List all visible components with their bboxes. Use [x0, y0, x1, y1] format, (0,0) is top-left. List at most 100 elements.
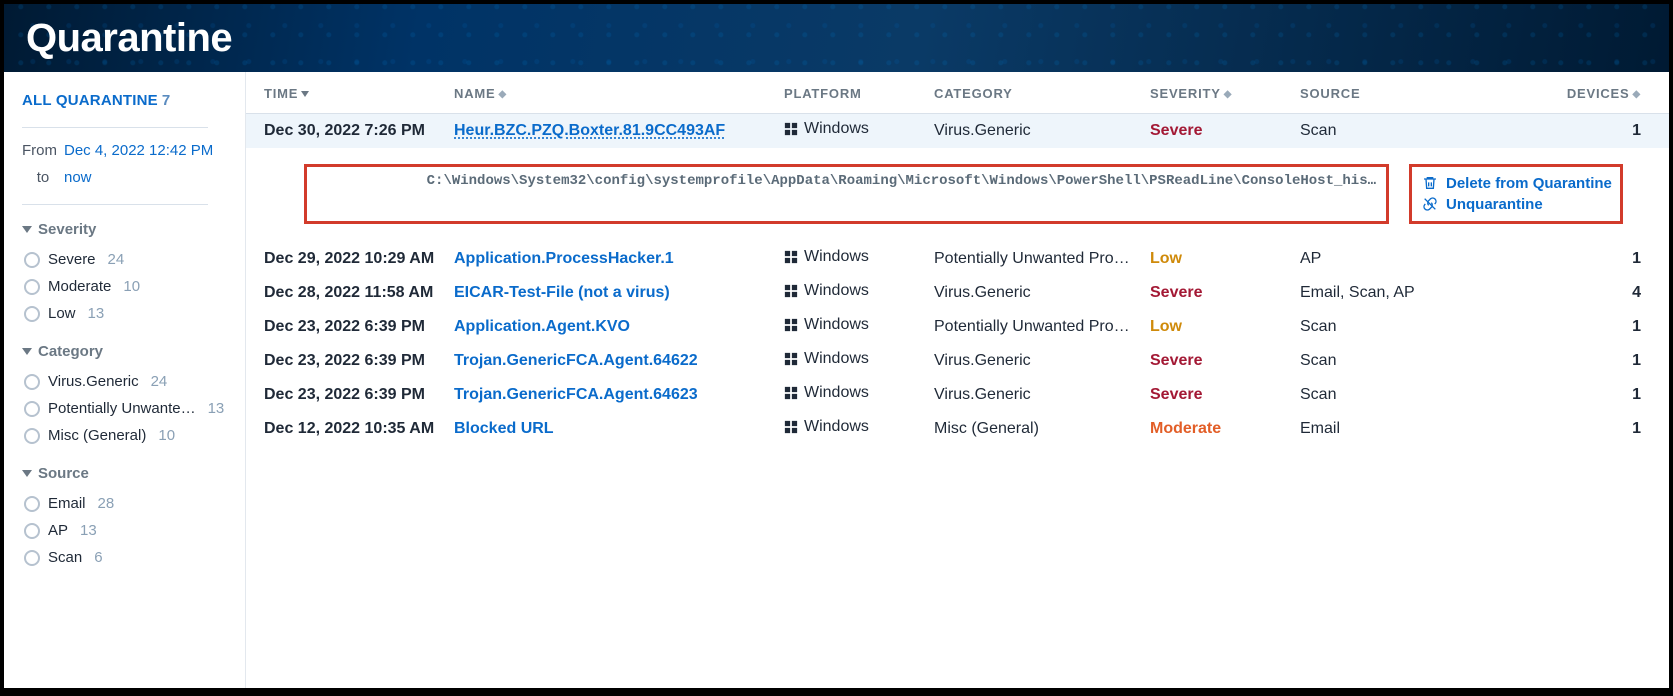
platform-label: Windows	[804, 120, 869, 138]
all-quarantine-count: 7	[162, 92, 171, 109]
cell-source: AP	[1292, 242, 1462, 276]
date-to-row: to now	[22, 169, 233, 186]
file-path-box: C:\Windows\System32\config\systemprofile…	[304, 164, 1389, 224]
main-content: TIME NAME◆ PLATFORM CATEGORY SEVERITY◆ S…	[246, 72, 1669, 688]
radio-icon	[24, 496, 40, 512]
filter-item[interactable]: Severe 24	[22, 246, 233, 273]
filter-group-title: Source	[38, 465, 89, 482]
threat-name-link[interactable]: Application.Agent.KVO	[454, 318, 630, 335]
cell-devices: 1	[1462, 310, 1669, 344]
col-time[interactable]: TIME	[246, 72, 446, 114]
expanded-detail-row: C:\Windows\System32\config\systemprofile…	[246, 148, 1669, 242]
filter-item-name: Email	[48, 495, 86, 512]
radio-icon	[24, 550, 40, 566]
action-label: Unquarantine	[1446, 196, 1543, 213]
filter-item[interactable]: Moderate10	[22, 273, 233, 300]
cell-devices: 4	[1462, 276, 1669, 310]
cell-severity: Severe	[1142, 114, 1292, 148]
all-quarantine-link[interactable]: ALL QUARANTINE7	[22, 92, 233, 109]
platform-label: Windows	[804, 248, 869, 266]
table-row[interactable]: Dec 23, 2022 6:39 PMApplication.Agent.KV…	[246, 310, 1669, 344]
threat-name-link[interactable]: Application.ProcessHacker.1	[454, 250, 674, 267]
filter-item-name: Misc (General)	[48, 427, 146, 444]
filter-group-title: Severity	[38, 221, 96, 238]
table-row[interactable]: Dec 23, 2022 6:39 PM Trojan.GenericFCA.Ag…	[246, 344, 1669, 378]
col-name[interactable]: NAME◆	[446, 72, 776, 114]
filter-item[interactable]: Misc (General)10	[22, 422, 233, 449]
table-row[interactable]: Dec 23, 2022 6:39 PMTrojan.GenericFCA.Ag…	[246, 378, 1669, 412]
filter-item-name: Scan	[48, 549, 82, 566]
cell-name: Blocked URL	[446, 412, 776, 446]
windows-icon	[784, 250, 798, 264]
page-title: Quarantine	[26, 16, 232, 61]
filter-item-count: 28	[98, 495, 115, 512]
cell-time: Dec 12, 2022 10:35 AM	[246, 412, 446, 446]
table-row[interactable]: Dec 29, 2022 10:29 AM Application.Process…	[246, 242, 1669, 276]
filter-item[interactable]: AP13	[22, 517, 233, 544]
col-severity[interactable]: SEVERITY◆	[1142, 72, 1292, 114]
from-value[interactable]: Dec 4, 2022 12:42 PM	[64, 142, 213, 159]
actions-box: Delete from Quarantine Unquarantine	[1409, 164, 1623, 224]
threat-name-link[interactable]: Trojan.GenericFCA.Agent.64622	[454, 352, 698, 369]
all-quarantine-label: ALL QUARANTINE	[22, 92, 158, 109]
cell-source: Email, Scan, AP	[1292, 276, 1462, 310]
threat-name-link[interactable]: Blocked URL	[454, 420, 554, 437]
windows-icon	[784, 318, 798, 332]
col-source[interactable]: SOURCE	[1292, 72, 1462, 114]
col-category[interactable]: CATEGORY	[926, 72, 1142, 114]
radio-icon	[24, 428, 40, 444]
cell-severity: Low	[1142, 310, 1292, 344]
filter-item-name: Severe	[48, 251, 96, 268]
trash-icon	[1422, 175, 1438, 191]
cell-platform: Windows	[776, 344, 926, 378]
col-platform[interactable]: PLATFORM	[776, 72, 926, 114]
cell-name: Application.ProcessHacker.1	[446, 242, 776, 276]
filter-group-header[interactable]: Source	[22, 465, 233, 482]
to-value[interactable]: now	[64, 169, 92, 186]
cell-category: Potentially Unwanted Prog…	[926, 310, 1142, 344]
filter-group-header[interactable]: Category	[22, 343, 233, 360]
caret-down-icon	[22, 226, 32, 233]
cell-time: Dec 23, 2022 6:39 PM	[246, 344, 446, 378]
filter-item-count: 24	[108, 251, 125, 268]
divider	[22, 127, 208, 128]
threat-name-link[interactable]: EICAR-Test-File (not a virus)	[454, 284, 670, 301]
cell-category: Virus.Generic	[926, 114, 1142, 148]
sidebar: ALL QUARANTINE7 From Dec 4, 2022 12:42 P…	[4, 72, 246, 688]
cell-source: Scan	[1292, 114, 1462, 148]
cell-name: Trojan.GenericFCA.Agent.64623	[446, 378, 776, 412]
platform-label: Windows	[804, 350, 869, 368]
filter-item[interactable]: Virus.Generic24	[22, 368, 233, 395]
cell-source: Scan	[1292, 310, 1462, 344]
filter-item[interactable]: Low13	[22, 300, 233, 327]
cell-name: Application.Agent.KVO	[446, 310, 776, 344]
windows-icon	[784, 284, 798, 298]
cell-source: Scan	[1292, 344, 1462, 378]
threat-name-link[interactable]: Trojan.GenericFCA.Agent.64623	[454, 386, 698, 403]
table-row[interactable]: Dec 28, 2022 11:58 AMEICAR-Test-File (no…	[246, 276, 1669, 310]
cell-platform: Windows	[776, 310, 926, 344]
col-devices[interactable]: DEVICES◆	[1462, 72, 1669, 114]
filter-group-header[interactable]: Severity	[22, 221, 233, 238]
platform-label: Windows	[804, 418, 869, 436]
cell-category: Virus.Generic	[926, 276, 1142, 310]
threat-name-link[interactable]: Heur.BZC.PZQ.Boxter.81.9CC493AF	[454, 122, 725, 139]
cell-name: Trojan.GenericFCA.Agent.64622	[446, 344, 776, 378]
filter-item-count: 13	[208, 400, 225, 417]
filter-item[interactable]: Email 28	[22, 490, 233, 517]
sort-desc-icon	[301, 91, 309, 97]
table-row[interactable]: Dec 12, 2022 10:35 AMBlocked URLWindowsM…	[246, 412, 1669, 446]
cell-name: EICAR-Test-File (not a virus)	[446, 276, 776, 310]
cell-time: Dec 29, 2022 10:29 AM	[246, 242, 446, 276]
filter-item[interactable]: Potentially Unwante…13	[22, 395, 233, 422]
cell-category: Potentially Unwanted Prog…	[926, 242, 1142, 276]
radio-icon	[24, 279, 40, 295]
unquarantine-button[interactable]: Unquarantine	[1422, 194, 1610, 215]
cell-platform: Windows	[776, 114, 926, 148]
filter-item[interactable]: Scan6	[22, 544, 233, 571]
table-row[interactable]: Dec 30, 2022 7:26 PMHeur.BZC.PZQ.Boxter.…	[246, 114, 1669, 148]
filter-item-name: AP	[48, 522, 68, 539]
cell-platform: Windows	[776, 242, 926, 276]
cell-severity: Severe	[1142, 276, 1292, 310]
delete-from-quarantine-button[interactable]: Delete from Quarantine	[1422, 173, 1610, 194]
